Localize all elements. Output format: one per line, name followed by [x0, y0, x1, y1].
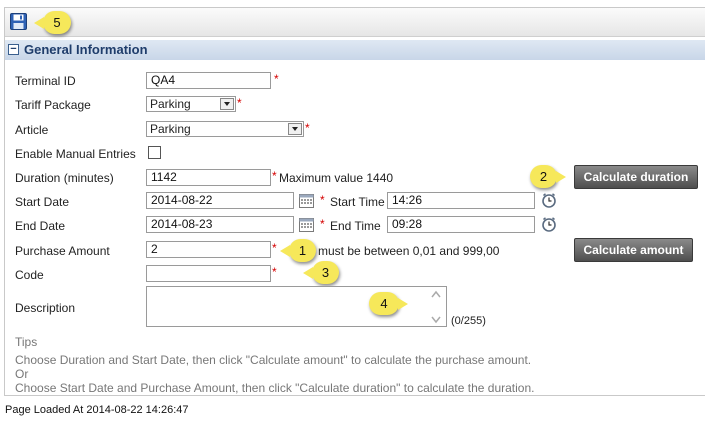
- tips-line-2: Or: [15, 367, 29, 381]
- floppy-disk-icon[interactable]: [10, 13, 27, 30]
- terminal-id-input[interactable]: QA4: [146, 72, 271, 89]
- callout-4: 4: [369, 292, 408, 315]
- callout-5: 5: [34, 11, 71, 34]
- callout-2: 2: [530, 165, 566, 188]
- clock-icon[interactable]: [541, 192, 557, 208]
- end-time-label: End Time: [330, 219, 381, 233]
- duration-hint: Maximum value 1440: [279, 171, 394, 185]
- code-label: Code: [15, 268, 44, 282]
- duration-input[interactable]: 1142: [146, 169, 271, 186]
- chevron-up-icon: [431, 290, 441, 298]
- start-date-label: Start Date: [15, 195, 70, 209]
- clock-icon[interactable]: [541, 216, 557, 232]
- article-select[interactable]: Parking: [146, 121, 304, 137]
- enable-manual-checkbox[interactable]: [148, 146, 161, 159]
- tariff-package-label: Tariff Package: [15, 98, 91, 112]
- tips-heading: Tips: [15, 335, 38, 349]
- calculate-duration-button[interactable]: Calculate duration: [574, 165, 698, 189]
- purchase-amount-input[interactable]: 2: [146, 241, 271, 258]
- collapse-toggle-icon[interactable]: −: [8, 44, 19, 55]
- tariff-package-select[interactable]: Parking: [146, 96, 236, 112]
- chevron-down-icon[interactable]: [220, 98, 234, 110]
- article-label: Article: [15, 123, 49, 137]
- article-value: Parking: [150, 122, 191, 136]
- required-mark: *: [305, 121, 310, 135]
- required-mark: *: [272, 265, 277, 279]
- required-mark: *: [272, 241, 277, 255]
- required-mark: *: [320, 193, 325, 207]
- page-loaded-status: Page Loaded At 2014-08-22 14:26:47: [5, 404, 189, 416]
- callout-1: 1: [280, 239, 316, 262]
- end-time-input[interactable]: 09:28: [387, 216, 535, 233]
- section-title: General Information: [24, 42, 148, 57]
- end-date-input[interactable]: 2014-08-23: [146, 216, 294, 233]
- tips-line-1: Choose Duration and Start Date, then cli…: [15, 353, 532, 367]
- enable-manual-label: Enable Manual Entries: [15, 147, 136, 161]
- chevron-down-icon[interactable]: [288, 123, 302, 135]
- start-time-input[interactable]: 14:26: [387, 192, 535, 209]
- start-time-label: Start Time: [330, 195, 385, 209]
- required-mark: *: [320, 217, 325, 231]
- description-counter: (0/255): [451, 315, 486, 327]
- purchase-amount-label: Purchase Amount: [15, 244, 110, 258]
- callout-3: 3: [303, 261, 339, 284]
- required-mark: *: [274, 72, 279, 86]
- calendar-icon[interactable]: [299, 193, 314, 208]
- terminal-id-label: Terminal ID: [15, 74, 76, 88]
- duration-label: Duration (minutes): [15, 171, 114, 185]
- chevron-down-icon: [431, 316, 441, 324]
- purchase-amount-hint: must be between 0,01 and 999,00: [318, 244, 500, 258]
- code-input[interactable]: [146, 265, 271, 282]
- description-label: Description: [15, 301, 76, 315]
- tariff-package-value: Parking: [150, 97, 191, 111]
- textarea-scrollbar[interactable]: [429, 289, 443, 325]
- required-mark: *: [237, 96, 242, 110]
- end-date-label: End Date: [15, 219, 66, 233]
- tips-line-3: Choose Start Date and Purchase Amount, t…: [15, 381, 535, 395]
- calendar-icon[interactable]: [299, 217, 314, 232]
- toolbar: [5, 8, 705, 37]
- start-date-input[interactable]: 2014-08-22: [146, 192, 294, 209]
- required-mark: *: [272, 169, 277, 183]
- calculate-amount-button[interactable]: Calculate amount: [574, 238, 693, 262]
